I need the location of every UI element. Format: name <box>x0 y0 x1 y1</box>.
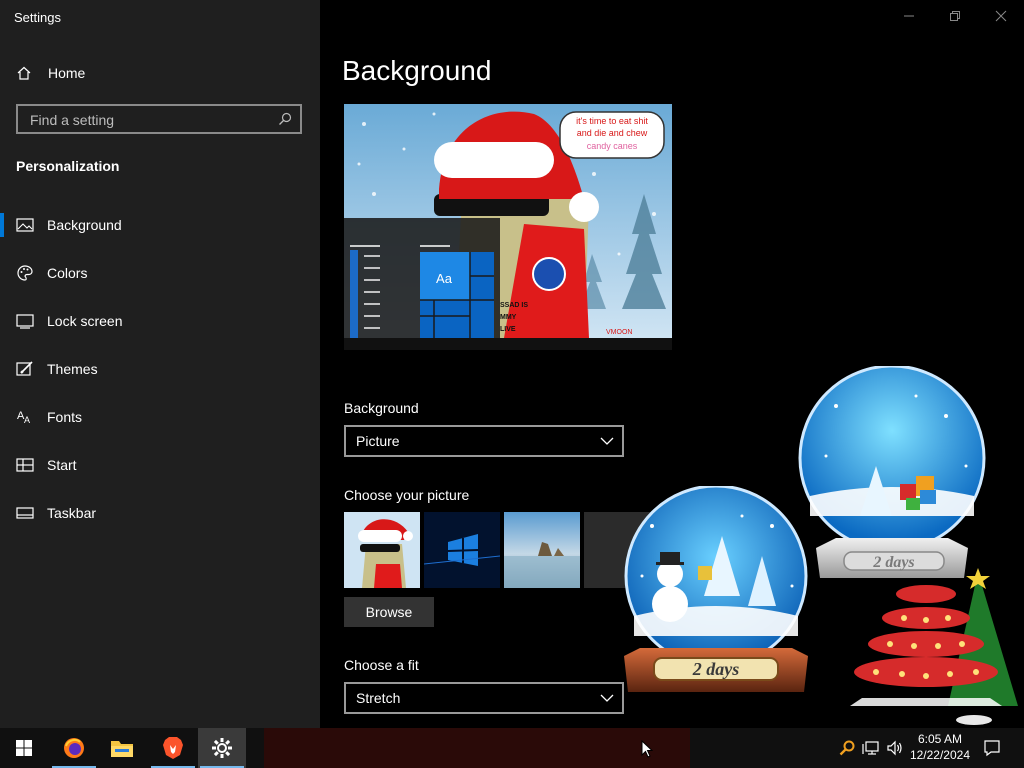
sidebar-item-taskbar[interactable]: Taskbar <box>0 489 320 537</box>
sidebar-item-label: Taskbar <box>47 505 97 521</box>
sidebar-item-label: Background <box>47 217 122 233</box>
snow-globe-small[interactable]: 2 days <box>612 484 820 704</box>
magnifier-icon <box>839 740 855 756</box>
taskbar-brave[interactable] <box>149 728 197 768</box>
volume-icon <box>887 740 902 756</box>
nav-list: Background Colors Lock screen Themes AA … <box>0 201 320 537</box>
palette-icon <box>16 264 34 282</box>
home-icon <box>16 65 34 81</box>
folder-icon <box>111 741 133 757</box>
globe-small-text: 2 days <box>692 659 740 679</box>
clock-time: 6:05 AM <box>917 732 962 746</box>
search-icon[interactable] <box>278 112 292 131</box>
restore-icon <box>950 11 960 21</box>
taskbar-firefox[interactable] <box>50 728 98 768</box>
background-value: Picture <box>356 433 400 449</box>
settings-sidebar: Settings Home Personalization Background… <box>0 0 320 728</box>
browse-button[interactable]: Browse <box>344 597 434 627</box>
picture-thumb-1[interactable] <box>344 512 420 588</box>
firefox-icon <box>64 738 84 758</box>
close-icon <box>995 10 1007 22</box>
sidebar-item-fonts[interactable]: AA Fonts <box>0 393 320 441</box>
taskbar-icon <box>16 504 34 522</box>
fit-dropdown[interactable]: Stretch <box>344 682 624 714</box>
font-icon: AA <box>16 408 34 426</box>
taskbar-settings[interactable] <box>198 728 246 768</box>
shirt-line-3: LIVE <box>500 326 516 333</box>
search-input[interactable] <box>28 110 272 130</box>
fit-value: Stretch <box>356 690 401 706</box>
lock-screen-icon <box>16 312 34 330</box>
sidebar-item-label: Fonts <box>47 409 83 425</box>
minimize-icon <box>904 15 914 17</box>
taskbar-clock[interactable]: 6:05 AM 12/22/2024 <box>910 731 970 763</box>
shirt-line-2: MMY <box>500 314 517 321</box>
app-title: Settings <box>14 10 61 25</box>
taskbar: 6:05 AM 12/22/2024 <box>0 728 1024 768</box>
taskbar-file-explorer[interactable] <box>98 728 146 768</box>
speech-line-3: candy canes <box>587 141 638 151</box>
sidebar-item-label: Themes <box>47 361 98 377</box>
tray-search[interactable] <box>836 728 858 768</box>
background-label: Background <box>344 400 419 416</box>
chevron-down-icon <box>600 434 614 453</box>
sidebar-item-themes[interactable]: Themes <box>0 345 320 393</box>
sidebar-item-background[interactable]: Background <box>0 201 320 249</box>
restore-button[interactable] <box>932 0 978 32</box>
home-link[interactable]: Home <box>16 62 85 84</box>
start-button[interactable] <box>0 728 48 768</box>
sidebar-item-label: Lock screen <box>47 313 123 329</box>
tray-volume[interactable] <box>884 728 906 768</box>
shirt-line-1: SSAD IS <box>500 302 528 309</box>
network-icon <box>862 741 879 755</box>
mouse-cursor-icon <box>641 739 654 763</box>
windows-logo-icon <box>16 740 32 756</box>
tile-label: Aa <box>436 271 453 286</box>
speech-line-1: it's time to eat shit <box>576 116 648 126</box>
brush-icon <box>16 360 34 378</box>
preview-signature: VMOON <box>606 329 632 336</box>
picture-thumb-3[interactable] <box>504 512 580 588</box>
minimize-button[interactable] <box>886 0 932 32</box>
notification-icon <box>984 740 1000 757</box>
sidebar-item-colors[interactable]: Colors <box>0 249 320 297</box>
search-box[interactable] <box>16 104 302 134</box>
home-label: Home <box>48 65 86 81</box>
sidebar-item-label: Colors <box>47 265 88 281</box>
gear-icon <box>212 738 232 758</box>
page-title: Background <box>342 55 492 86</box>
christmas-tree-gadget[interactable] <box>830 566 1022 728</box>
sidebar-item-start[interactable]: Start <box>0 441 320 489</box>
choose-fit-label: Choose a fit <box>344 657 419 673</box>
background-preview: it's time to eat shit and die and chew c… <box>344 104 672 350</box>
tray-network[interactable] <box>860 728 882 768</box>
speech-line-2: and die and chew <box>577 128 648 138</box>
svg-text:A: A <box>24 415 30 425</box>
brave-lion-icon <box>163 737 183 759</box>
snow-globe-large[interactable]: 2 days <box>796 364 992 588</box>
picture-icon <box>16 216 34 234</box>
clock-date: 12/22/2024 <box>909 748 970 762</box>
taskbar-wallpaper-strip <box>264 728 690 768</box>
close-button[interactable] <box>978 0 1024 32</box>
background-dropdown[interactable]: Picture <box>344 425 624 457</box>
start-icon <box>16 456 34 474</box>
sidebar-item-label: Start <box>47 457 77 473</box>
picture-thumb-2[interactable] <box>424 512 500 588</box>
sidebar-item-lock-screen[interactable]: Lock screen <box>0 297 320 345</box>
choose-picture-label: Choose your picture <box>344 487 470 503</box>
section-heading: Personalization <box>16 158 120 174</box>
action-center-button[interactable] <box>976 728 1008 768</box>
